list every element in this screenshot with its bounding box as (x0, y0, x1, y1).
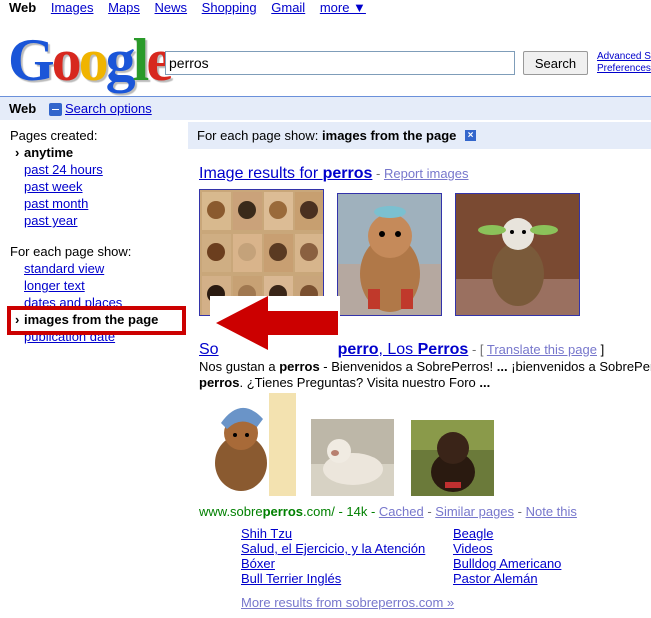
show-bar-text: For each page show: images from the page (197, 128, 457, 143)
close-icon[interactable]: × (465, 130, 476, 141)
cached-link[interactable]: Cached (379, 504, 424, 519)
show-bar: For each page show: images from the page… (188, 122, 651, 149)
dog-yoda-image (456, 194, 579, 315)
advanced-search-link[interactable]: Advanced S (597, 51, 651, 63)
dog-lying-image (311, 419, 394, 496)
sitelink-salud[interactable]: Salud, el Ejercicio, y la Atención (241, 541, 425, 556)
sitelink-shih-tzu[interactable]: Shih Tzu (241, 526, 292, 541)
bar-web-label: Web (9, 101, 37, 116)
page-image-1[interactable] (199, 393, 296, 496)
sitelink-videos[interactable]: Videos (453, 541, 493, 556)
nav-shopping[interactable]: Shopping (202, 0, 257, 15)
search-button[interactable]: Search (523, 51, 588, 75)
search-input[interactable] (165, 51, 515, 75)
preferences-link[interactable]: Preferences (597, 63, 651, 75)
page-image-3[interactable] (411, 420, 494, 496)
result-title: So perro, Los Perros - [ Translate this p… (199, 341, 605, 358)
search-options-link[interactable]: Search options (65, 101, 152, 116)
image-results-link[interactable]: Image results for perros (199, 165, 372, 182)
result-url-line: www.sobreperros.com/ - 14k - Cached - Si… (199, 504, 577, 519)
option-past-week[interactable]: past week (24, 179, 83, 194)
option-past-month[interactable]: past month (24, 196, 88, 211)
sitelink-bull-terrier[interactable]: Bull Terrier Inglés (241, 571, 341, 586)
top-nav: Web Images Maps News Shopping Gmail more… (9, 0, 377, 18)
result-snippet-line-1: Nos gustan a perros - Bienvenidos a Sobr… (199, 359, 651, 374)
dog-hat-image (199, 393, 296, 496)
sitelink-boxer[interactable]: Bóxer (241, 556, 275, 571)
image-results-heading: Image results for perros - Report images (199, 165, 469, 182)
google-logo[interactable]: Google™ (8, 28, 179, 92)
search-options-panel: Pages created: anytime past 24 hours pas… (0, 121, 188, 421)
highlight-box (7, 306, 186, 335)
dog-costume-image (338, 194, 441, 315)
sitelink-pastor-aleman[interactable]: Pastor Alemán (453, 571, 538, 586)
option-past-24-hours[interactable]: past 24 hours (24, 162, 103, 177)
nav-web[interactable]: Web (9, 0, 36, 15)
nav-news[interactable]: News (155, 0, 188, 15)
option-past-year[interactable]: past year (24, 213, 77, 228)
result-snippet-line-2: perros. ¿Tienes Preguntas? Visita nuestr… (199, 375, 491, 390)
more-results-link[interactable]: More results from sobreperros.com » (241, 595, 454, 610)
page-image-2[interactable] (311, 419, 394, 496)
similar-pages-link[interactable]: Similar pages (435, 504, 514, 519)
option-anytime: anytime (15, 145, 73, 160)
collapse-icon[interactable] (49, 103, 62, 116)
nav-images[interactable]: Images (51, 0, 94, 15)
show-label: For each page show: (10, 244, 132, 259)
option-longer-text[interactable]: longer text (24, 278, 85, 293)
poodle-image (411, 420, 494, 496)
nav-more[interactable]: more ▼ (320, 0, 366, 15)
nav-maps[interactable]: Maps (108, 0, 140, 15)
results-bar: Web Search options (0, 96, 651, 120)
result-url: www.sobreperros.com/ - 14k - (199, 504, 379, 519)
advanced-links: Advanced S Preferences (597, 51, 651, 75)
note-this-link[interactable]: Note this (526, 504, 577, 519)
result-title-link[interactable]: So perro, Los Perros (199, 341, 468, 358)
pages-created-label: Pages created: (10, 128, 98, 143)
option-standard-view[interactable]: standard view (24, 261, 104, 276)
sitelink-beagle[interactable]: Beagle (453, 526, 493, 541)
report-images-link[interactable]: Report images (384, 166, 469, 181)
sitelink-bulldog[interactable]: Bulldog Americano (453, 556, 561, 571)
nav-gmail[interactable]: Gmail (271, 0, 305, 15)
image-thumbnail-3[interactable] (455, 193, 580, 316)
translate-link[interactable]: Translate this page (487, 342, 597, 357)
image-thumbnail-2[interactable] (337, 193, 442, 316)
